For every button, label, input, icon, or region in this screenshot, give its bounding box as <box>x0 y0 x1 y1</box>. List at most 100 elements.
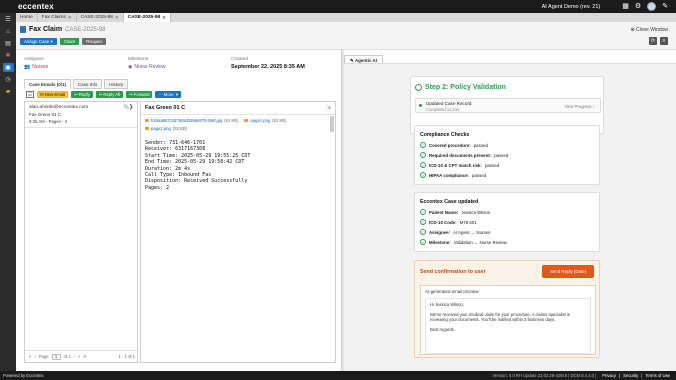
home-icon[interactable]: ⌂ <box>3 27 14 36</box>
tab-case-info[interactable]: Case Info <box>73 79 103 89</box>
toggle-list-icon[interactable]: ☰ <box>26 91 34 98</box>
agent-panel: Step 2: Policy Validation Updated Case R… <box>344 63 676 371</box>
left-rail: ☰ ⌂ ▤ ✱ ▣ ◷ ▰ <box>0 13 16 371</box>
update-row: ✓ ICD-10 Code: M79.601 <box>415 217 599 227</box>
org-name[interactable]: AI Agent Demo (rev. 21) <box>542 4 601 10</box>
send-title: Send confirmation to user <box>420 269 486 275</box>
scrollbar[interactable] <box>330 116 334 132</box>
expand-icon[interactable]: ⇲ <box>326 105 331 111</box>
reply-button[interactable]: ↩ Reply <box>71 91 93 98</box>
check-row: ✓ ICD-10 & CPT match risk: passed <box>415 160 599 170</box>
footer: Powered by Eccentex Version: 0.0 RH Upda… <box>0 371 676 380</box>
last-page-icon[interactable]: » <box>78 354 80 359</box>
app-logo[interactable]: eccentex <box>18 2 54 11</box>
next-page-icon[interactable]: › <box>74 354 75 359</box>
email-viewer: Fax Green 01 C ⇲ h2daa857c2d79c8d29b8e97f… <box>140 101 336 363</box>
top-bar: eccentex AI Agent Demo (rev. 21) ▦ ⚙ ✎ <box>0 0 676 13</box>
tab-fax-claims[interactable]: Fax Claims ✕ <box>38 13 77 22</box>
forward-button[interactable]: ↪ Forward <box>126 91 153 98</box>
updated-record-sub: Completed 11:24s <box>426 107 459 112</box>
new-email-button[interactable]: ✉ New Email <box>37 91 69 98</box>
check-row: ✓ HIPAA compliance: passed <box>415 170 599 180</box>
tab-case-2[interactable]: CASE-2025-98 ✕ <box>123 13 171 22</box>
tab-label: Fax Claims <box>41 15 66 20</box>
separator: | <box>641 373 643 378</box>
email-body: Sender: 731-646-1701 Receiver: 631716730… <box>145 140 251 191</box>
assign-case-button[interactable]: Assign Case ▾ <box>20 38 57 45</box>
check-row: ✓ Required documents present: passed <box>415 150 599 160</box>
update-value: AI Agent → Nurses <box>452 229 491 235</box>
close-tab-icon[interactable]: ✕ <box>115 15 119 21</box>
refresh-button[interactable]: ⟳ <box>649 37 657 45</box>
created-field: Created September 22, 2025 8:35 AM <box>231 57 305 70</box>
email-toolbar: ☰ ✉ New Email ↩ Reply ↩ Reply All ↪ Forw… <box>26 91 181 98</box>
reopen-button[interactable]: Reopen <box>82 38 107 45</box>
cases-icon[interactable]: ▣ <box>2 63 14 72</box>
reply-all-button[interactable]: ↩ Reply All <box>95 91 124 98</box>
case-detail-pane: Assignee 👥 Nurses Milestone ◉ Nurse Review… <box>16 50 342 371</box>
milestone-value[interactable]: ◉ Nurse Review <box>128 64 166 70</box>
created-value: September 22, 2025 8:35 AM <box>231 64 305 70</box>
terms-link[interactable]: Terms of Use <box>645 373 670 378</box>
pin-icon[interactable]: ✎ <box>662 3 668 10</box>
alert-icon[interactable]: ✱ <box>3 51 14 60</box>
folder-icon[interactable]: ▰ <box>3 87 14 96</box>
check-icon: ✓ <box>420 229 426 235</box>
assignee-value[interactable]: 👥 Nurses <box>24 64 48 70</box>
tab-history[interactable]: History <box>104 79 129 89</box>
attachment-name[interactable]: page1.png <box>250 118 270 123</box>
check-value: passed <box>473 142 488 148</box>
check-name: HIPAA compliance: <box>429 172 470 178</box>
clock-icon[interactable]: ◷ <box>3 75 14 84</box>
update-name: ICD-10 Code: <box>429 219 457 225</box>
image-file-icon <box>244 118 249 123</box>
tab-home[interactable]: Home <box>16 13 38 22</box>
tab-case-emails[interactable]: Case Emails (0/1) <box>24 79 72 89</box>
preview-body[interactable]: Hi Jessica Wilson, We've received your m… <box>425 298 591 354</box>
more-label: More <box>163 92 174 97</box>
send-reply-button[interactable]: Send Reply (Date) <box>542 265 594 278</box>
menu-button[interactable]: ≡ <box>660 37 668 45</box>
claim-button[interactable]: Claim <box>59 38 80 45</box>
check-name: ICD-10 & CPT match risk: <box>429 162 482 168</box>
milestone-text: Nurse Review <box>134 64 166 70</box>
check-icon: ✓ <box>420 209 426 215</box>
update-name: Patient Name: <box>429 209 459 215</box>
case-header: Fax Claim CASE-2025-98 ⊗ Close Window As… <box>16 22 676 50</box>
inbox-icon[interactable]: ▤ <box>3 39 14 48</box>
close-tab-icon[interactable]: ✕ <box>68 15 72 21</box>
page-input[interactable]: 1 <box>51 353 61 360</box>
close-window-button[interactable]: ⊗ Close Window <box>630 27 668 33</box>
security-link[interactable]: Security <box>623 373 638 378</box>
gear-icon[interactable]: ⚙ <box>635 3 641 10</box>
milestone-field: Milestone ◉ Nurse Review <box>128 57 166 70</box>
email-preview: AI-generated email preview: Hi Jessica W… <box>420 285 596 355</box>
first-page-icon[interactable]: « <box>29 354 31 359</box>
attachment-link[interactable]: page2.png (53 KB) <box>145 126 331 131</box>
privacy-link[interactable]: Privacy <box>602 373 616 378</box>
prev-page-icon[interactable]: ‹ <box>34 354 35 359</box>
attachment-link[interactable]: h2daa857c2d79c8d29b8e97fc4b6f.jpg (51 KB)… <box>145 118 331 123</box>
menu-icon[interactable]: ☰ <box>3 15 14 24</box>
case-subtabs: Case Emails (0/1) Case Info History <box>24 79 129 89</box>
list-item[interactable]: alan.ahonle@eccentex.com 📎❯ Fax Green 01 … <box>25 102 137 128</box>
reply-all-label: Reply All <box>103 92 121 97</box>
view-progress-link[interactable]: View Progress › <box>565 104 594 109</box>
tab-case-1[interactable]: CASE-2025-98 ✕ <box>77 13 124 22</box>
check-icon: ✓ <box>420 172 426 178</box>
version-text: Version: 0.0 RH Update 23.02.28-42916 | … <box>492 373 597 378</box>
more-button[interactable]: ⋯ More ▾ <box>155 91 181 98</box>
view-progress-label: View Progress <box>564 104 592 109</box>
compliance-title: Compliance Checks <box>420 132 470 138</box>
avatar[interactable] <box>647 2 657 11</box>
close-tab-icon[interactable]: ✕ <box>162 15 166 21</box>
refresh-icon[interactable]: ⟳ <box>83 354 87 359</box>
check-icon: ✓ <box>420 152 426 158</box>
check-value: passed <box>472 172 487 178</box>
preview-greeting: Hi Jessica Wilson, <box>430 302 464 307</box>
update-value: Validation → Nurse Review <box>453 239 507 245</box>
status-dot-icon <box>419 104 422 107</box>
apps-grid-icon[interactable]: ▦ <box>622 3 629 10</box>
compliance-card: Compliance Checks ✓ Covered procedure: pas… <box>414 125 600 185</box>
step-circle-icon <box>415 84 422 91</box>
